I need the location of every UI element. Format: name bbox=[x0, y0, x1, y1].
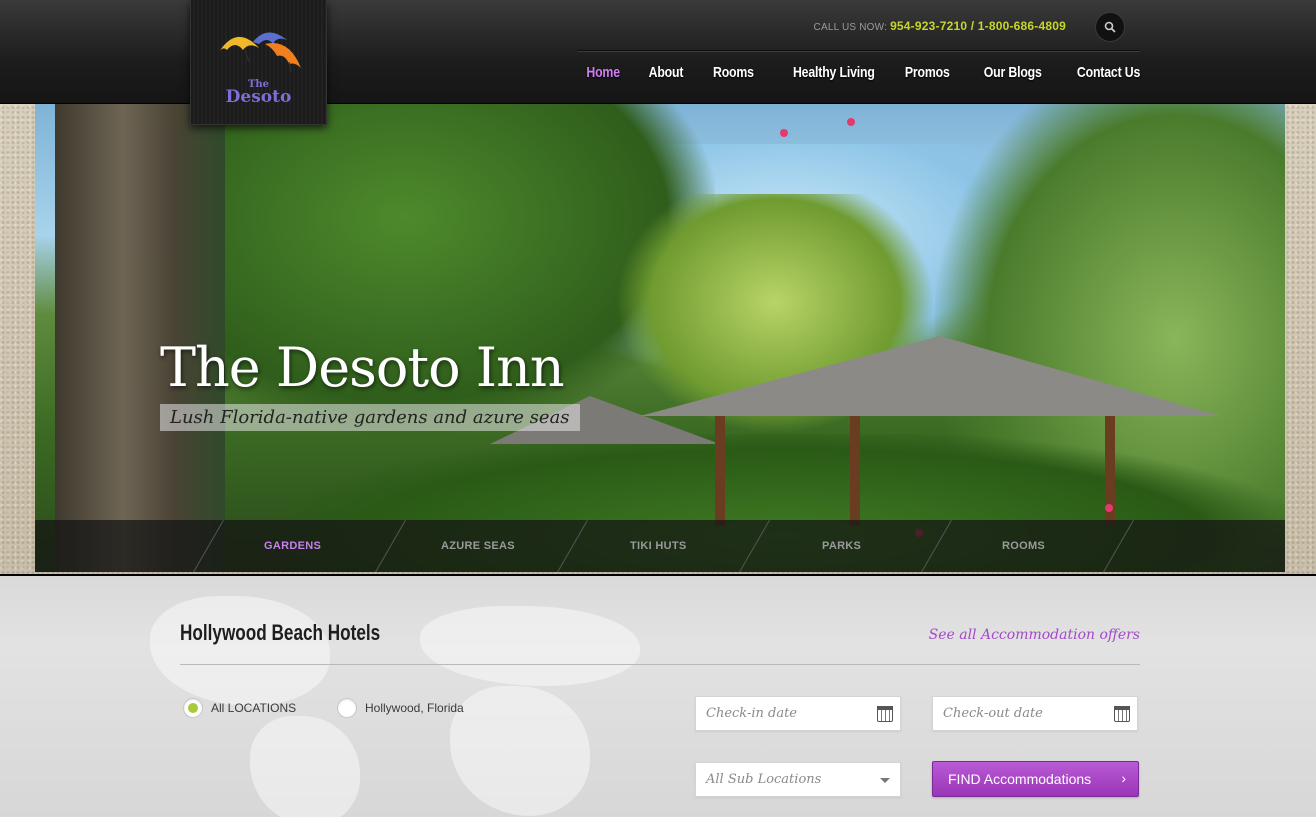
section-divider bbox=[180, 664, 1140, 665]
tiki-post bbox=[715, 416, 725, 526]
tab-azure-seas[interactable]: AZURE SEAS bbox=[441, 520, 515, 572]
nav-item-contact-us[interactable]: Contact Us bbox=[1065, 64, 1140, 81]
tab-rooms[interactable]: ROOMS bbox=[1002, 520, 1045, 572]
checkout-date-input[interactable] bbox=[932, 696, 1138, 731]
tab-separator bbox=[921, 520, 952, 572]
tab-gardens[interactable]: GARDENS bbox=[264, 520, 321, 572]
site-logo[interactable]: The Desoto bbox=[190, 0, 327, 125]
chevron-down-icon bbox=[880, 778, 890, 783]
phone-number[interactable]: 954-923-7210 / 1-800-686-4809 bbox=[890, 19, 1066, 33]
tab-separator bbox=[739, 520, 770, 572]
see-all-offers-link[interactable]: See all Accommodation offers bbox=[929, 627, 1140, 643]
tab-parks[interactable]: PARKS bbox=[822, 520, 861, 572]
tab-separator bbox=[557, 520, 588, 572]
tiki-post bbox=[850, 416, 860, 526]
nav-item-about[interactable]: About bbox=[637, 64, 683, 81]
checkin-date-input[interactable] bbox=[695, 696, 901, 731]
radio-label: All LOCATIONS bbox=[211, 701, 297, 715]
find-accommodations-button[interactable]: FIND Accommodations › bbox=[932, 761, 1139, 797]
radio-button[interactable] bbox=[337, 698, 357, 718]
find-button-label: FIND Accommodations bbox=[948, 771, 1092, 787]
radio-label: Hollywood, Florida bbox=[365, 701, 464, 715]
nav-item-rooms[interactable]: Rooms bbox=[701, 64, 754, 81]
section-title: Hollywood Beach Hotels bbox=[180, 620, 381, 645]
nav-item-our-blogs[interactable]: Our Blogs bbox=[972, 64, 1042, 81]
tab-separator bbox=[1103, 520, 1134, 572]
hero-subtitle: Lush Florida-native gardens and azure se… bbox=[160, 404, 580, 431]
search-icon bbox=[1104, 21, 1116, 33]
sub-location-select[interactable]: All Sub Locations bbox=[695, 762, 901, 797]
world-map-shape bbox=[150, 596, 330, 706]
chevron-right-icon: › bbox=[1121, 770, 1126, 786]
flower bbox=[780, 129, 788, 137]
main-nav: Home About Rooms Healthy Living Promos O… bbox=[558, 64, 1140, 81]
location-all-radio[interactable]: All LOCATIONS bbox=[183, 698, 296, 718]
nav-item-home[interactable]: Home bbox=[575, 64, 620, 81]
hero-tabs: GARDENS AZURE SEAS TIKI HUTS PARKS ROOMS bbox=[35, 520, 1285, 572]
location-hollywood-radio[interactable]: Hollywood, Florida bbox=[337, 698, 464, 718]
radio-button[interactable] bbox=[183, 698, 203, 718]
tiki-hut-roof-large bbox=[640, 336, 1220, 416]
world-map-shape bbox=[420, 606, 640, 686]
nav-divider bbox=[578, 50, 1140, 52]
world-map-shape bbox=[450, 686, 590, 816]
flower bbox=[1105, 504, 1113, 512]
nav-item-promos[interactable]: Promos bbox=[894, 64, 950, 81]
umbrella-logo-icon bbox=[219, 32, 301, 73]
hero-slider: The Desoto Inn Lush Florida-native garde… bbox=[35, 104, 1285, 572]
world-map-shape bbox=[250, 716, 360, 817]
radio-selected-indicator bbox=[188, 703, 198, 713]
flower bbox=[847, 118, 855, 126]
call-us: CALL US NOW: 954-923-7210 / 1-800-686-48… bbox=[814, 19, 1066, 33]
nav-item-healthy-living[interactable]: Healthy Living bbox=[781, 64, 875, 81]
booking-section: Hollywood Beach Hotels See all Accommoda… bbox=[0, 574, 1316, 817]
sub-location-value: All Sub Locations bbox=[706, 772, 822, 787]
logo-name: Desoto bbox=[225, 87, 292, 107]
hero-title: The Desoto Inn bbox=[160, 336, 565, 399]
calendar-icon[interactable] bbox=[877, 706, 893, 722]
search-button[interactable] bbox=[1095, 12, 1125, 42]
tab-separator bbox=[375, 520, 406, 572]
call-us-label: CALL US NOW: bbox=[813, 22, 888, 33]
tab-separator bbox=[193, 520, 224, 572]
tab-tiki-huts[interactable]: TIKI HUTS bbox=[630, 520, 686, 572]
calendar-icon[interactable] bbox=[1114, 706, 1130, 722]
